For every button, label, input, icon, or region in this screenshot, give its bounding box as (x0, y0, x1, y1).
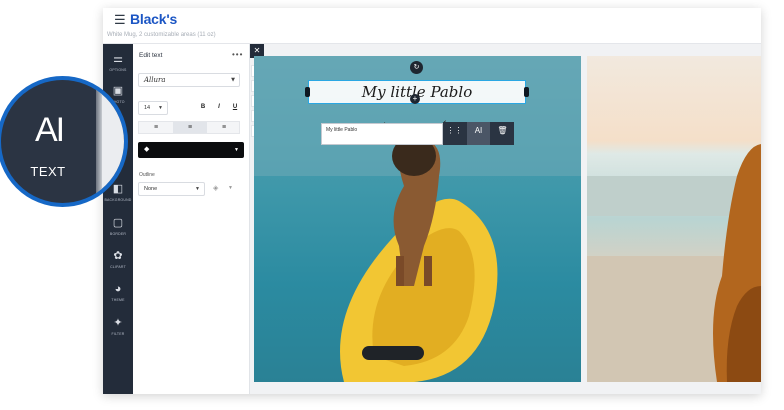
palette-icon: ◕ (114, 283, 122, 295)
chevron-down-icon: ▼ (231, 77, 235, 83)
fill-bucket-icon: ◆ (144, 146, 150, 153)
italic-button[interactable]: I (212, 100, 226, 114)
rotate-handle-icon[interactable]: ↻ (410, 61, 423, 74)
border-icon: ▢ (112, 217, 124, 229)
text-color-select[interactable]: ◆ ▼ (138, 142, 244, 158)
text-content-value: My little Pablo (326, 127, 358, 133)
alignment-group: ≡ ≡ ≡ (138, 121, 240, 134)
font-size-select[interactable]: 14 ▼ (138, 101, 168, 115)
rail-label-theme: THEME (111, 298, 125, 302)
font-size-value: 14 (144, 105, 151, 111)
text-edit-icon[interactable]: AI (467, 122, 490, 145)
chevron-down-icon: ▼ (158, 105, 163, 111)
magnified-panel-edge (96, 80, 102, 203)
product-subtitle: White Mug, 2 customizable areas (11 oz) (107, 32, 216, 38)
text-tool-label: TEXT (30, 164, 66, 179)
chevron-down-icon: ▼ (234, 147, 239, 153)
text-content-input[interactable]: My little Pablo (321, 123, 443, 145)
more-options-button[interactable]: ••• (232, 50, 243, 59)
outline-color-icon[interactable]: ◈ (213, 184, 218, 192)
align-center-button[interactable]: ≡ (173, 122, 207, 133)
rail-item-filter[interactable]: ✦ FILTER (103, 314, 133, 342)
rail-item-options[interactable]: ⚌ OPTIONS (103, 50, 133, 78)
font-family-select[interactable]: Allura ▼ (138, 73, 240, 87)
resize-handle-left[interactable] (305, 87, 310, 97)
edit-text-panel: Edit text ••• Allura ▼ 14 ▼ B I U ≡ ≡ ≡ … (133, 44, 250, 394)
grid-icon[interactable]: ⋮⋮ (443, 122, 466, 145)
underline-button[interactable]: U (228, 100, 242, 114)
hamburger-menu-icon[interactable]: ☰ (114, 13, 126, 27)
rail-label-filter: FILTER (111, 332, 125, 336)
rail-label-clipart: CLIPART (110, 265, 126, 269)
photo-dog-on-kayak[interactable] (254, 56, 581, 382)
chevron-down-icon[interactable]: ▼ (228, 185, 233, 191)
chevron-down-icon: ▼ (195, 186, 200, 192)
rail-label-options: OPTIONS (109, 68, 127, 72)
kayak-dog-illustration (254, 56, 581, 382)
align-right-button[interactable]: ≡ (207, 122, 241, 133)
rail-item-border[interactable]: ▢ BORDER (103, 214, 133, 242)
outline-value: None (144, 186, 158, 192)
resize-handle-right[interactable] (524, 87, 529, 97)
panel-title: Edit text (139, 52, 163, 59)
rail-label-border: BORDER (109, 232, 127, 236)
screenshot-stage: ☰ Black's White Mug, 2 customizable area… (0, 0, 784, 410)
sliders-icon: ⚌ (113, 53, 123, 65)
outline-select[interactable]: None ▼ (138, 182, 205, 196)
sparkle-icon: ✦ (113, 317, 123, 329)
bold-button[interactable]: B (196, 100, 210, 114)
move-handle-icon[interactable]: + (410, 94, 420, 104)
clipart-icon: ✿ (113, 250, 123, 262)
top-bar: ☰ Black's White Mug, 2 customizable area… (103, 8, 761, 44)
text-context-toolbar: ⋮⋮ AI 🗑 (443, 122, 514, 145)
align-left-button[interactable]: ≡ (139, 122, 173, 133)
brand-logo[interactable]: Black's (130, 11, 177, 27)
rail-item-theme[interactable]: ◕ THEME (103, 280, 133, 308)
editor-window: ☰ Black's White Mug, 2 customizable area… (103, 8, 761, 394)
rail-item-clipart[interactable]: ✿ CLIPART (103, 247, 133, 275)
outline-label: Outline (139, 172, 155, 178)
trash-icon[interactable]: 🗑 (491, 122, 514, 145)
photo-dog-on-beach[interactable] (587, 56, 761, 382)
beach-dog-illustration (587, 144, 761, 382)
font-family-value: Allura (144, 76, 166, 84)
text-tool-icon: AI (35, 111, 65, 149)
text-tool-magnifier: AI TEXT (0, 76, 128, 207)
